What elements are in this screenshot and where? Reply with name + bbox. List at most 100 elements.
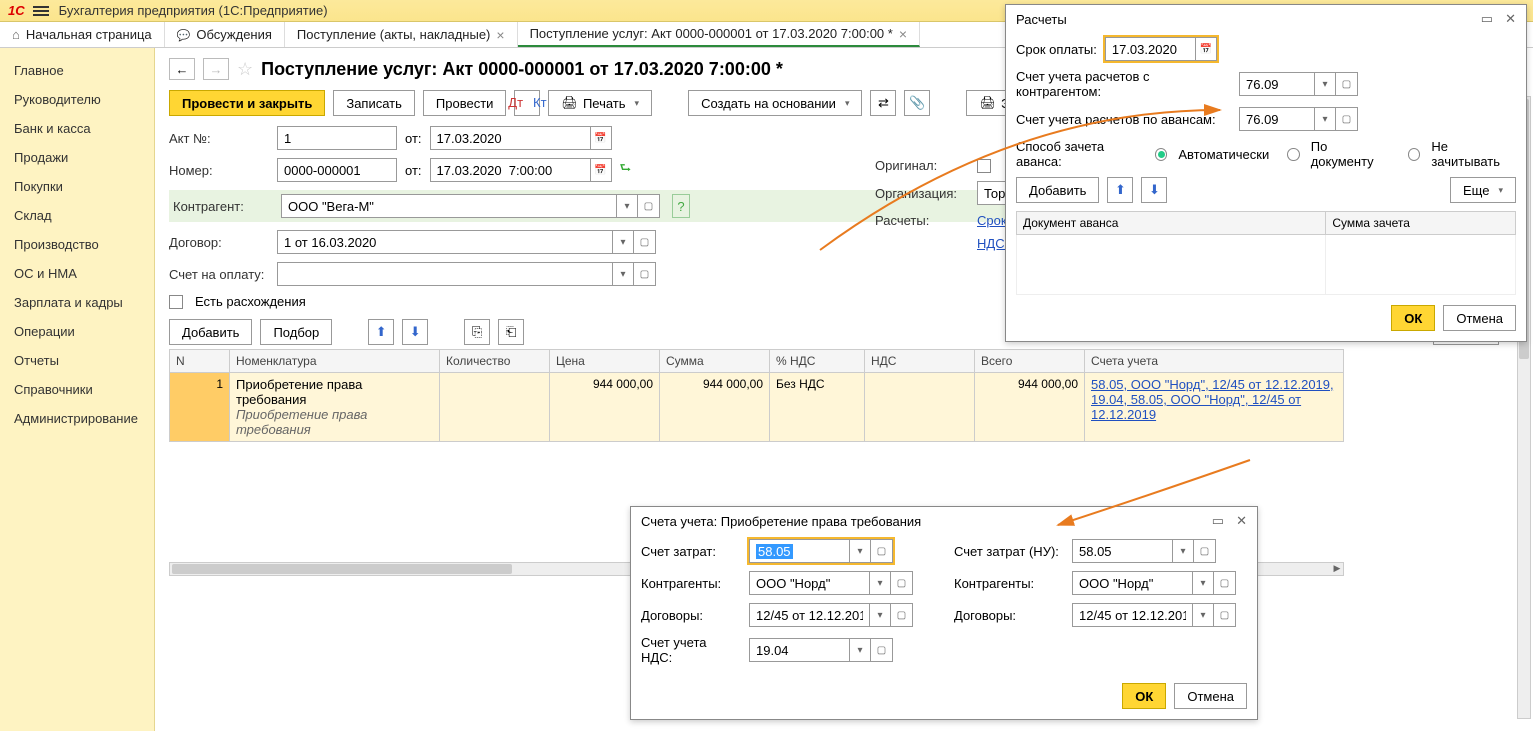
maximize-icon[interactable]: ▭	[1481, 11, 1493, 27]
dropdown-icon[interactable]: ▾	[1314, 72, 1336, 96]
vat-account-input[interactable]	[749, 638, 849, 662]
counterparty-input[interactable]	[281, 194, 616, 218]
sidebar-item[interactable]: Производство	[0, 230, 154, 259]
move-up-button[interactable]: ⬆	[368, 319, 394, 345]
open-icon[interactable]: ▢	[1214, 571, 1236, 595]
counterparty-nu-input[interactable]	[1072, 571, 1192, 595]
dropdown-icon[interactable]: ▾	[612, 262, 634, 286]
radio-auto[interactable]	[1155, 148, 1167, 161]
open-icon[interactable]: ▢	[871, 539, 893, 563]
open-icon[interactable]: ▢	[871, 638, 893, 662]
dropdown-icon[interactable]: ▾	[612, 230, 634, 254]
due-date-input[interactable]	[1105, 37, 1195, 61]
cell-sum[interactable]: 944 000,00	[660, 373, 770, 442]
close-icon[interactable]: ✕	[1505, 11, 1516, 27]
col-vatrate[interactable]: % НДС	[770, 350, 865, 373]
cell-nomen[interactable]: Приобретение права требования Приобретен…	[230, 373, 440, 442]
move-down-button[interactable]: ⬇	[1141, 177, 1167, 203]
sidebar-item[interactable]: Администрирование	[0, 404, 154, 433]
related-button[interactable]: ⇄	[870, 90, 896, 116]
close-icon[interactable]: ×	[899, 26, 907, 42]
dropdown-icon[interactable]: ▾	[1172, 539, 1194, 563]
tab-chat[interactable]: Обсуждения	[165, 22, 285, 47]
col-nomen[interactable]: Номенклатура	[230, 350, 440, 373]
calendar-icon[interactable]: 📅	[590, 158, 612, 182]
act-date-input[interactable]	[430, 126, 590, 150]
col-total[interactable]: Всего	[975, 350, 1085, 373]
post-and-close-button[interactable]: Провести и закрыть	[169, 90, 325, 116]
add-row-button[interactable]: Добавить	[169, 319, 252, 345]
cell-price[interactable]: 944 000,00	[550, 373, 660, 442]
tab-receipts[interactable]: Поступление (акты, накладные)×	[285, 22, 518, 47]
contract-input[interactable]	[277, 230, 612, 254]
open-icon[interactable]: ▢	[638, 194, 660, 218]
dropdown-icon[interactable]: ▾	[616, 194, 638, 218]
open-icon[interactable]: ▢	[891, 571, 913, 595]
move-down-button[interactable]: ⬇	[402, 319, 428, 345]
dropdown-icon[interactable]: ▾	[1314, 107, 1336, 131]
open-icon[interactable]: ▢	[634, 262, 656, 286]
sidebar-item[interactable]: Банк и касса	[0, 114, 154, 143]
number-datetime-input[interactable]	[430, 158, 590, 182]
dropdown-icon[interactable]: ▾	[1192, 571, 1214, 595]
attach-button[interactable]: 📎	[904, 90, 930, 116]
cell-vatrate[interactable]: Без НДС	[770, 373, 865, 442]
cell-total[interactable]: 944 000,00	[975, 373, 1085, 442]
sidebar-item[interactable]: ОС и НМА	[0, 259, 154, 288]
calendar-icon[interactable]: 📅	[1195, 37, 1217, 61]
open-icon[interactable]: ▢	[1336, 72, 1358, 96]
dropdown-icon[interactable]: ▾	[849, 539, 871, 563]
paste-button[interactable]: ⎗	[498, 319, 524, 345]
sidebar-item[interactable]: Склад	[0, 201, 154, 230]
advance-account-input[interactable]	[1239, 107, 1314, 131]
settlement-account-input[interactable]	[1239, 72, 1314, 96]
sidebar-item[interactable]: Отчеты	[0, 346, 154, 375]
col-n[interactable]: N	[170, 350, 230, 373]
calendar-icon[interactable]: 📅	[590, 126, 612, 150]
cancel-button[interactable]: Отмена	[1443, 305, 1516, 331]
maximize-icon[interactable]: ▭	[1212, 513, 1224, 529]
sidebar-item[interactable]: Главное	[0, 56, 154, 85]
cell-accounts[interactable]: 58.05, ООО "Норд", 12/45 от 12.12.2019, …	[1085, 373, 1344, 442]
close-icon[interactable]: ✕	[1236, 513, 1247, 529]
nav-forward-button[interactable]: →	[203, 58, 229, 80]
col-price[interactable]: Цена	[550, 350, 660, 373]
col-qty[interactable]: Количество	[440, 350, 550, 373]
counterparty-input[interactable]	[749, 571, 869, 595]
open-icon[interactable]: ▢	[1336, 107, 1358, 131]
table-row[interactable]: 1 Приобретение права требования Приобрет…	[170, 373, 1344, 442]
pick-button[interactable]: Подбор	[260, 319, 332, 345]
nav-back-button[interactable]: ←	[169, 58, 195, 80]
menu-button[interactable]	[33, 6, 49, 16]
col-advance-doc[interactable]: Документ аванса	[1017, 212, 1326, 235]
tab-document[interactable]: Поступление услуг: Акт 0000-000001 от 17…	[518, 22, 920, 47]
radio-none[interactable]	[1408, 148, 1420, 161]
ok-button[interactable]: ОК	[1391, 305, 1435, 331]
sidebar-item[interactable]: Руководителю	[0, 85, 154, 114]
cell-qty[interactable]	[440, 373, 550, 442]
open-icon[interactable]: ▢	[891, 603, 913, 627]
col-vat[interactable]: НДС	[865, 350, 975, 373]
favorite-icon[interactable]: ☆	[237, 59, 253, 80]
dropdown-icon[interactable]: ▾	[869, 603, 891, 627]
contract-nu-input[interactable]	[1072, 603, 1192, 627]
dropdown-icon[interactable]: ▾	[1192, 603, 1214, 627]
print-button[interactable]: 🖨Печать	[548, 90, 652, 116]
invoice-input[interactable]	[277, 262, 612, 286]
move-up-button[interactable]: ⬆	[1107, 177, 1133, 203]
cost-account-input[interactable]: 58.05	[749, 539, 849, 563]
ok-button[interactable]: ОК	[1122, 683, 1166, 709]
copy-button[interactable]: ⎘	[464, 319, 490, 345]
col-accounts[interactable]: Счета учета	[1085, 350, 1344, 373]
number-input[interactable]	[277, 158, 397, 182]
received-checkbox[interactable]	[977, 159, 991, 173]
create-based-on-button[interactable]: Создать на основании	[688, 90, 862, 116]
post-button[interactable]: Провести	[423, 90, 507, 116]
cancel-button[interactable]: Отмена	[1174, 683, 1247, 709]
dtkt-button[interactable]: ДтКт	[514, 90, 540, 116]
act-number-input[interactable]	[277, 126, 397, 150]
contract-input[interactable]	[749, 603, 869, 627]
cost-account-nu-input[interactable]	[1072, 539, 1172, 563]
col-setoff-amount[interactable]: Сумма зачета	[1326, 212, 1516, 235]
open-icon[interactable]: ▢	[1194, 539, 1216, 563]
